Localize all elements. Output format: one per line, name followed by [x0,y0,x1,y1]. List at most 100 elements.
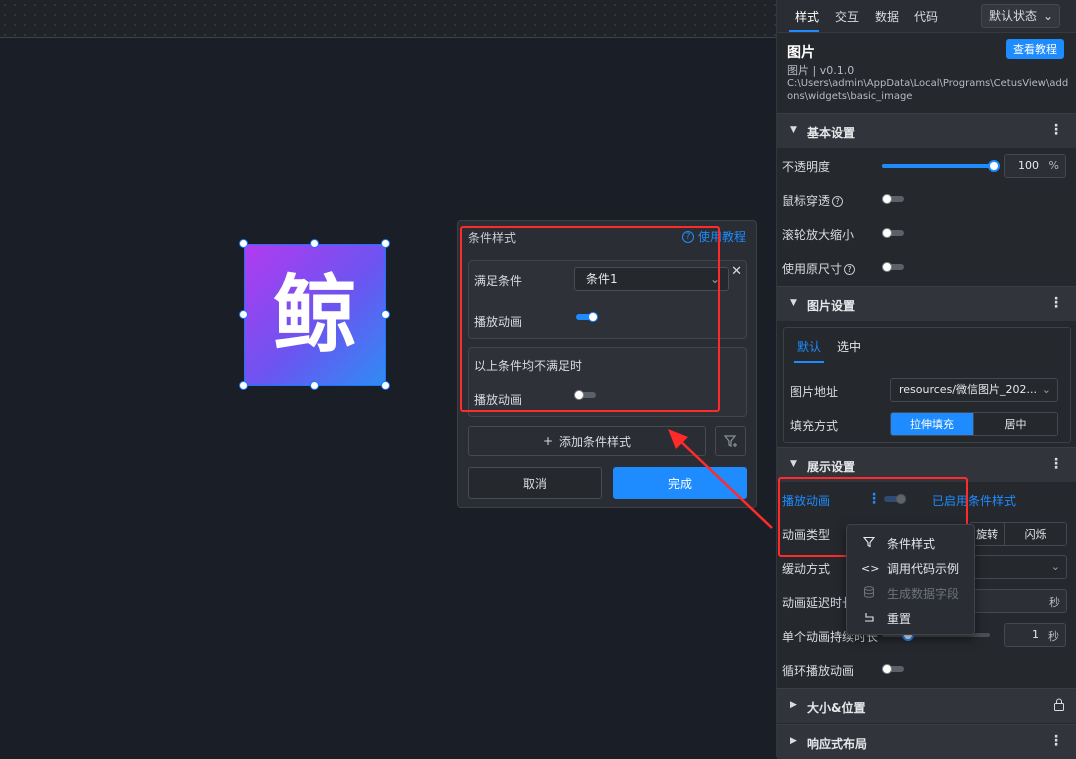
sub-tab-default[interactable]: 默认 [797,338,821,355]
opacity-input[interactable]: 100 % [1004,154,1066,178]
mouse-through-label: 鼠标穿透 [782,194,831,208]
context-menu: 条件样式 <> 调用代码示例 生成数据字段 重置 [846,524,975,635]
menu-item-code-example[interactable]: <> 调用代码示例 [847,556,976,580]
more-vertical-icon[interactable]: ⋮ [1049,295,1063,311]
more-vertical-icon[interactable]: ⋮ [1049,456,1063,472]
caret-down-icon: ▼ [790,459,797,469]
question-icon[interactable]: ? [832,196,844,207]
lock-icon[interactable] [1053,698,1065,714]
fill-mode-segmented: 拉伸填充 居中 [890,412,1058,436]
delay-input[interactable]: 秒 [969,589,1067,613]
opacity-unit: % [1048,159,1059,172]
anim-type-blink[interactable]: 闪烁 [1005,523,1066,545]
cancel-button[interactable]: 取消 [468,467,602,499]
caret-right-icon: ▶ [790,736,797,746]
resize-handle-n[interactable] [310,239,319,248]
easing-label: 缓动方式 [782,562,831,576]
canvas-ruler [0,0,776,38]
annotation-highlight-popup [460,226,720,412]
opacity-value: 100 [1018,159,1039,172]
resize-handle-w[interactable] [239,310,248,319]
caret-down-icon: ▼ [790,298,797,308]
anim-type-segmented: 旋转 闪烁 [969,522,1067,546]
view-tutorial-button[interactable]: 查看教程 [1006,39,1064,59]
image-widget-content: 鲸 [272,266,357,364]
state-select-value: 默认状态 [989,9,1038,23]
original-size-toggle[interactable] [882,262,906,272]
chevron-down-icon: ⌄ [1048,556,1060,578]
tab-code[interactable]: 代码 [914,8,938,25]
delay-unit: 秒 [1049,596,1060,609]
easing-select[interactable]: ⌄ [969,555,1067,579]
section-title: 大小&位置 [807,701,866,715]
menu-item-label: 重置 [887,611,912,626]
menu-item-label: 调用代码示例 [887,561,960,576]
duration-unit: 秒 [1048,630,1059,643]
chevron-down-icon: ⌄ [1039,379,1051,401]
original-size-row: 使用原尺寸? [782,260,856,277]
mouse-through-toggle[interactable] [882,194,906,204]
resize-handle-se[interactable] [381,381,390,390]
caret-right-icon: ▶ [790,700,797,710]
active-sub-tab-indicator [794,361,824,363]
opacity-slider[interactable] [882,160,1000,172]
image-src-label: 图片地址 [790,385,839,399]
opacity-slider-thumb[interactable] [988,160,1000,172]
original-size-label: 使用原尺寸 [782,262,843,276]
image-widget[interactable]: 鲸 [244,244,386,386]
caret-down-icon: ▼ [790,125,797,135]
fill-mode-label: 填充方式 [790,419,839,433]
fill-option-stretch[interactable]: 拉伸填充 [891,413,974,435]
menu-item-reset[interactable]: 重置 [847,606,976,630]
menu-item-label: 条件样式 [887,536,936,551]
section-basic-settings[interactable]: ▼ 基本设置 ⋮ [777,113,1076,148]
widget-title: 图片 [787,45,815,61]
question-icon[interactable]: ? [844,264,856,275]
resize-handle-e[interactable] [381,310,390,319]
annotation-arrow [668,429,773,529]
image-settings-box: 默认 选中 图片地址 resources/微信图片_202... ⌄ 填充方式 … [783,327,1071,443]
code-icon: <> [861,561,880,575]
image-src-value: resources/微信图片_202... [899,383,1037,396]
wheel-zoom-toggle[interactable] [882,228,906,238]
menu-item-conditional-style[interactable]: 条件样式 [847,531,976,555]
chevron-down-icon: ⌄ [1042,9,1053,23]
section-image-settings[interactable]: ▼ 图片设置 ⋮ [777,286,1076,321]
property-panel: 样式 交互 数据 代码 默认状态 ⌄ 图片 查看教程 图片 | v0.1.0 C… [776,0,1076,759]
more-vertical-icon[interactable]: ⋮ [1049,733,1063,749]
section-title: 基本设置 [807,126,856,140]
loop-toggle[interactable] [882,664,906,674]
resize-handle-nw[interactable] [239,239,248,248]
tab-data[interactable]: 数据 [875,8,899,25]
image-src-select[interactable]: resources/微信图片_202... ⌄ [890,378,1058,402]
menu-item-label: 生成数据字段 [887,586,960,601]
sub-tab-selected[interactable]: 选中 [837,338,861,355]
mouse-through-row: 鼠标穿透? [782,192,844,209]
section-title: 图片设置 [807,299,856,313]
widget-version: 图片 | v0.1.0 [787,64,855,77]
opacity-label: 不透明度 [782,160,831,174]
plus-icon: + [542,434,554,448]
menu-item-generate-field: 生成数据字段 [847,581,976,605]
database-icon [861,585,877,601]
loop-label: 循环播放动画 [782,664,855,678]
filter-icon [861,536,877,551]
add-condition-label: 添加条件样式 [559,434,632,449]
resize-handle-s[interactable] [310,381,319,390]
opacity-slider-fill [882,164,994,168]
tab-interaction[interactable]: 交互 [835,8,859,25]
fill-option-center[interactable]: 居中 [974,413,1057,435]
active-tab-indicator [789,30,819,32]
resize-handle-sw[interactable] [239,381,248,390]
section-responsive-layout[interactable]: ▶ 响应式布局 ⋮ [777,724,1076,759]
resize-handle-ne[interactable] [381,239,390,248]
wheel-zoom-label: 滚轮放大缩小 [782,228,855,242]
state-select[interactable]: 默认状态 ⌄ [981,4,1060,28]
more-vertical-icon[interactable]: ⋮ [1049,122,1063,138]
section-size-position[interactable]: ▶ 大小&位置 [777,688,1076,723]
duration-input[interactable]: 1 秒 [1004,623,1066,647]
close-icon[interactable]: ✕ [731,264,742,279]
tab-style[interactable]: 样式 [795,8,819,25]
delay-label: 动画延迟时长 [782,596,855,610]
duration-value: 1 [1032,628,1039,641]
